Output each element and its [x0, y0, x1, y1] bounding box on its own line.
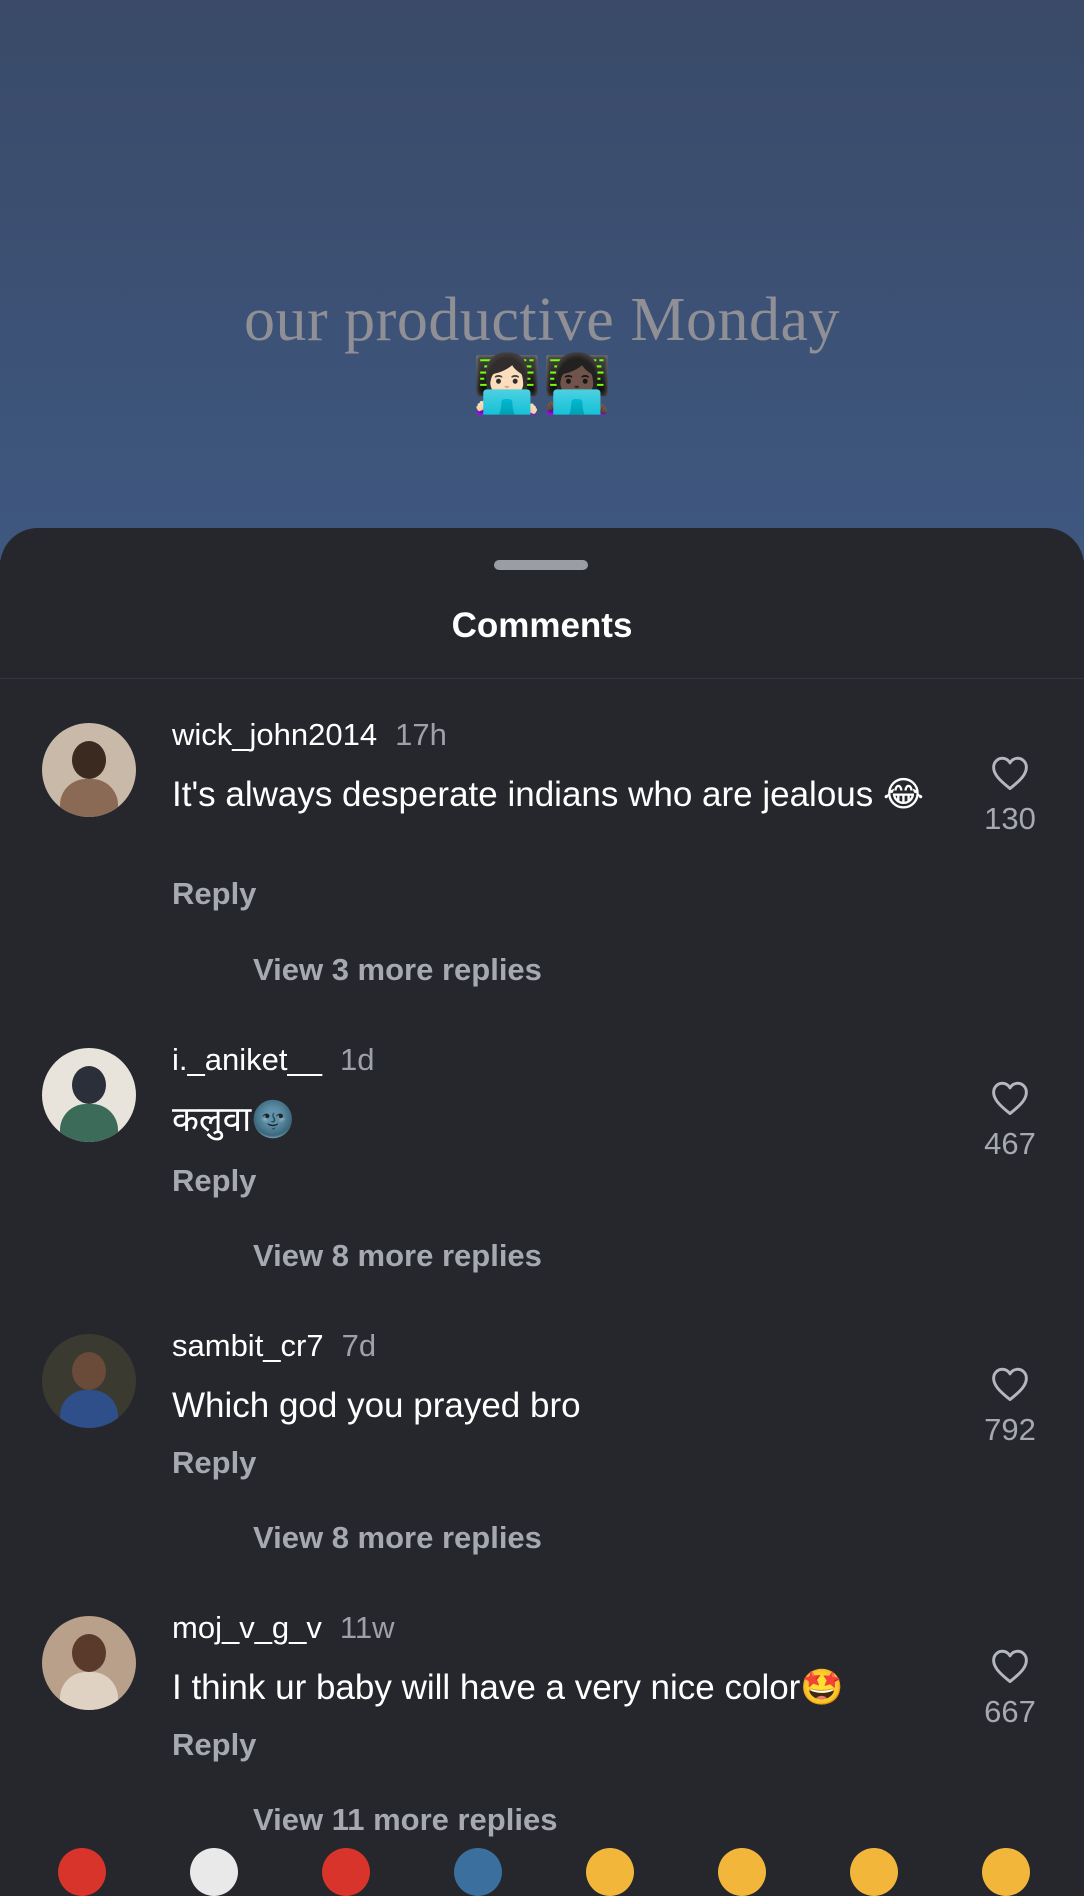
emoji-reaction-button[interactable]	[454, 1848, 502, 1896]
comment-text: Which god you prayed bro	[172, 1386, 581, 1425]
comment-time: 17h	[395, 717, 447, 752]
avatar[interactable]	[42, 723, 136, 817]
reply-button[interactable]: Reply	[172, 876, 256, 912]
comment-text: It's always desperate indians who are je…	[172, 775, 924, 814]
heart-outline-icon	[992, 1649, 1028, 1684]
like-button[interactable]: 467	[970, 1080, 1050, 1162]
emoji-reaction-button[interactable]	[322, 1848, 370, 1896]
like-count: 467	[984, 1126, 1036, 1161]
comment-username[interactable]: sambit_cr7	[172, 1328, 324, 1363]
comments-sheet: Comments	[0, 528, 1084, 1863]
reply-button[interactable]: Reply	[172, 1445, 256, 1481]
emoji-reaction-button[interactable]	[850, 1848, 898, 1896]
view-more-replies-button[interactable]: View 3 more replies	[253, 952, 542, 988]
like-count: 667	[984, 1694, 1036, 1729]
comment-time: 11w	[339, 1610, 395, 1645]
video-caption: our productive Monday	[244, 286, 840, 354]
emoji-reaction-button[interactable]	[190, 1848, 238, 1896]
avatar[interactable]	[42, 1616, 136, 1710]
like-button[interactable]: 667	[970, 1648, 1050, 1730]
comment-time: 7d	[341, 1328, 377, 1363]
avatar[interactable]	[42, 1048, 136, 1142]
emoji-reaction-button[interactable]	[58, 1848, 106, 1896]
emoji-reaction-button[interactable]	[718, 1848, 766, 1896]
sheet-title: Comments	[451, 606, 633, 645]
avatar[interactable]	[42, 1334, 136, 1428]
emoji-reaction-row	[0, 1848, 1084, 1896]
sheet-divider	[0, 678, 1084, 679]
reply-button[interactable]: Reply	[172, 1163, 256, 1199]
like-count: 130	[984, 801, 1036, 836]
heart-outline-icon	[992, 756, 1028, 791]
video-background	[0, 0, 1084, 560]
like-button[interactable]: 792	[970, 1366, 1050, 1448]
view-more-replies-button[interactable]: View 8 more replies	[253, 1520, 542, 1556]
reply-button[interactable]: Reply	[172, 1727, 256, 1763]
comment-text: I think ur baby will have a very nice co…	[172, 1668, 844, 1707]
comment-time: 1d	[339, 1042, 375, 1077]
emoji-reaction-button[interactable]	[586, 1848, 634, 1896]
heart-outline-icon	[992, 1081, 1028, 1116]
comment-username[interactable]: moj_v_g_v	[172, 1610, 322, 1645]
like-button[interactable]: 130	[970, 755, 1050, 837]
view-more-replies-button[interactable]: View 11 more replies	[253, 1802, 557, 1838]
comment-username[interactable]: i._aniket__	[172, 1042, 322, 1077]
view-more-replies-button[interactable]: View 8 more replies	[253, 1238, 542, 1274]
heart-outline-icon	[992, 1367, 1028, 1402]
like-count: 792	[984, 1412, 1036, 1447]
emoji-reaction-button[interactable]	[982, 1848, 1030, 1896]
comment-username[interactable]: wick_john2014	[172, 717, 377, 752]
video-caption-emoji: 👩🏻‍💻👩🏿‍💻	[472, 352, 612, 415]
comment-text: कलुवा🌚	[172, 1100, 295, 1139]
sheet-drag-handle[interactable]	[494, 560, 588, 570]
